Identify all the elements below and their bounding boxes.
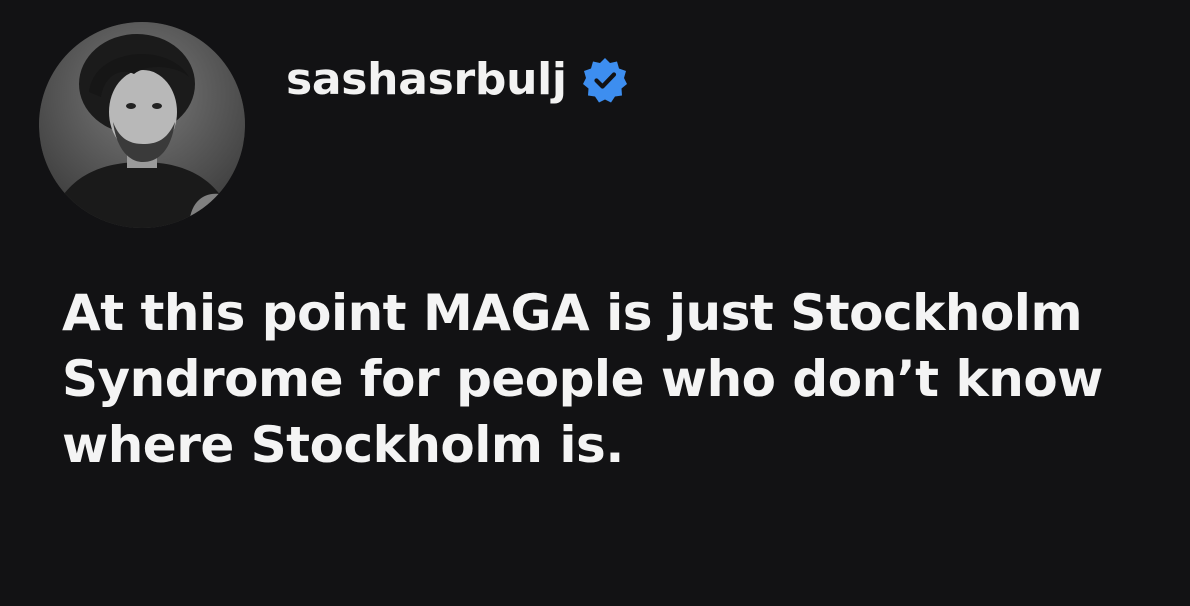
user-header: sashasrbulj bbox=[286, 50, 629, 110]
post-text-line: Syndrome for people who don’t know bbox=[62, 350, 1103, 408]
verified-badge-icon bbox=[581, 56, 629, 104]
avatar[interactable] bbox=[39, 22, 245, 228]
profile-photo bbox=[39, 22, 245, 228]
post-text: At this point MAGA is just Stockholm Syn… bbox=[62, 280, 1190, 478]
post-text-line: where Stockholm is. bbox=[62, 416, 624, 474]
post-text-line: At this point MAGA is just Stockholm bbox=[62, 284, 1083, 342]
post-card: sashasrbulj At this point MAGA is just S… bbox=[0, 0, 1190, 606]
username[interactable]: sashasrbulj bbox=[286, 50, 567, 110]
